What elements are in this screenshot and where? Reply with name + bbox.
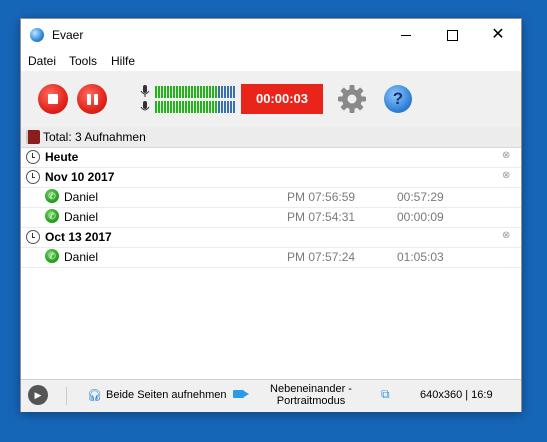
record-both-sides-label[interactable]: Beide Seiten aufnehmen [106,389,226,401]
maximize-icon [446,29,458,41]
collapse-icon[interactable]: ⊗ [502,170,510,181]
recording-time: PM 07:57:24 [287,250,356,264]
video-layout-line-1: Nebeneinander - [270,383,352,395]
menu-hilfe[interactable]: Hilfe [111,54,135,68]
recording-duration: 01:05:03 [397,250,444,264]
minimize-button[interactable] [383,19,429,51]
app-icon [30,28,44,42]
zoom-icon[interactable]: ⧉ [381,387,394,401]
help-icon: ? [392,89,404,108]
recording-time: PM 07:56:59 [287,190,356,204]
mic-icon [140,85,150,111]
caller-name: Daniel [64,250,99,264]
group-label: Oct 13 2017 [45,230,112,244]
recording-timer: 00:00:03 [241,84,323,114]
call-icon: ✆ [45,249,59,263]
stop-icon [48,94,58,104]
book-icon [26,130,40,144]
menu-datei[interactable]: Datei [28,54,56,68]
title-bar: Evaer ✕ [21,19,521,51]
headset-icon[interactable]: 🎧︎ [87,388,102,402]
recording-duration: 00:57:29 [397,190,444,204]
group-label: Nov 10 2017 [45,170,115,184]
app-window: Evaer ✕ Datei Tools Hilfe 00:00:03 ? Tot… [20,18,522,412]
group-header-nov-10-2017[interactable]: Nov 10 2017 ⊗ [21,167,521,188]
minimize-icon [401,34,411,36]
clock-icon [26,170,40,184]
recording-time: PM 07:54:31 [287,210,356,224]
collapse-icon[interactable]: ⊗ [502,150,510,161]
caller-name: Daniel [64,190,99,204]
speaker-level-meter [155,101,235,113]
clock-icon [26,150,40,164]
resolution-label[interactable]: 640x360 | 16:9 [420,389,493,401]
toolbar: 00:00:03 ? [21,71,521,128]
recording-row[interactable]: ✆ Daniel PM 07:56:59 00:57:29 [21,187,521,208]
stop-button[interactable] [38,84,68,114]
video-layout-label[interactable]: Nebeneinander - Portraitmodus [261,383,361,407]
menu-bar: Datei Tools Hilfe [21,51,521,71]
audio-level-meters [155,86,235,116]
recording-row[interactable]: ✆ Daniel PM 07:57:24 01:05:03 [21,247,521,268]
clock-icon [26,230,40,244]
group-header-oct-13-2017[interactable]: Oct 13 2017 ⊗ [21,227,521,248]
group-header-heute[interactable]: Heute ⊗ [21,147,521,168]
caller-name: Daniel [64,210,99,224]
gear-icon[interactable] [337,84,367,114]
call-icon: ✆ [45,209,59,223]
pause-icon [86,93,98,105]
video-layout-line-2: Portraitmodus [276,395,346,407]
close-icon: ✕ [491,26,505,43]
window-title: Evaer [52,28,84,42]
maximize-button[interactable] [429,19,475,51]
camera-icon[interactable] [233,390,249,398]
play-icon: ▶ [34,390,42,400]
recording-duration: 00:00:09 [397,210,444,224]
recording-row[interactable]: ✆ Daniel PM 07:54:31 00:00:09 [21,207,521,228]
pause-button[interactable] [77,84,107,114]
group-label: Heute [45,150,79,164]
divider [66,387,67,405]
total-row: Total: 3 Aufnahmen [21,127,521,148]
help-button[interactable]: ? [384,85,412,113]
recordings-list: Total: 3 Aufnahmen Heute ⊗ Nov 10 2017 ⊗… [21,127,521,379]
play-button[interactable]: ▶ [28,385,48,405]
status-bar: ▶ 🎧︎ Beide Seiten aufnehmen Nebeneinande… [21,379,521,412]
menu-tools[interactable]: Tools [69,54,97,68]
collapse-icon[interactable]: ⊗ [502,230,510,241]
total-label: Total: 3 Aufnahmen [43,130,146,144]
mic-level-meter [155,86,235,98]
call-icon: ✆ [45,189,59,203]
close-button[interactable]: ✕ [475,19,521,51]
